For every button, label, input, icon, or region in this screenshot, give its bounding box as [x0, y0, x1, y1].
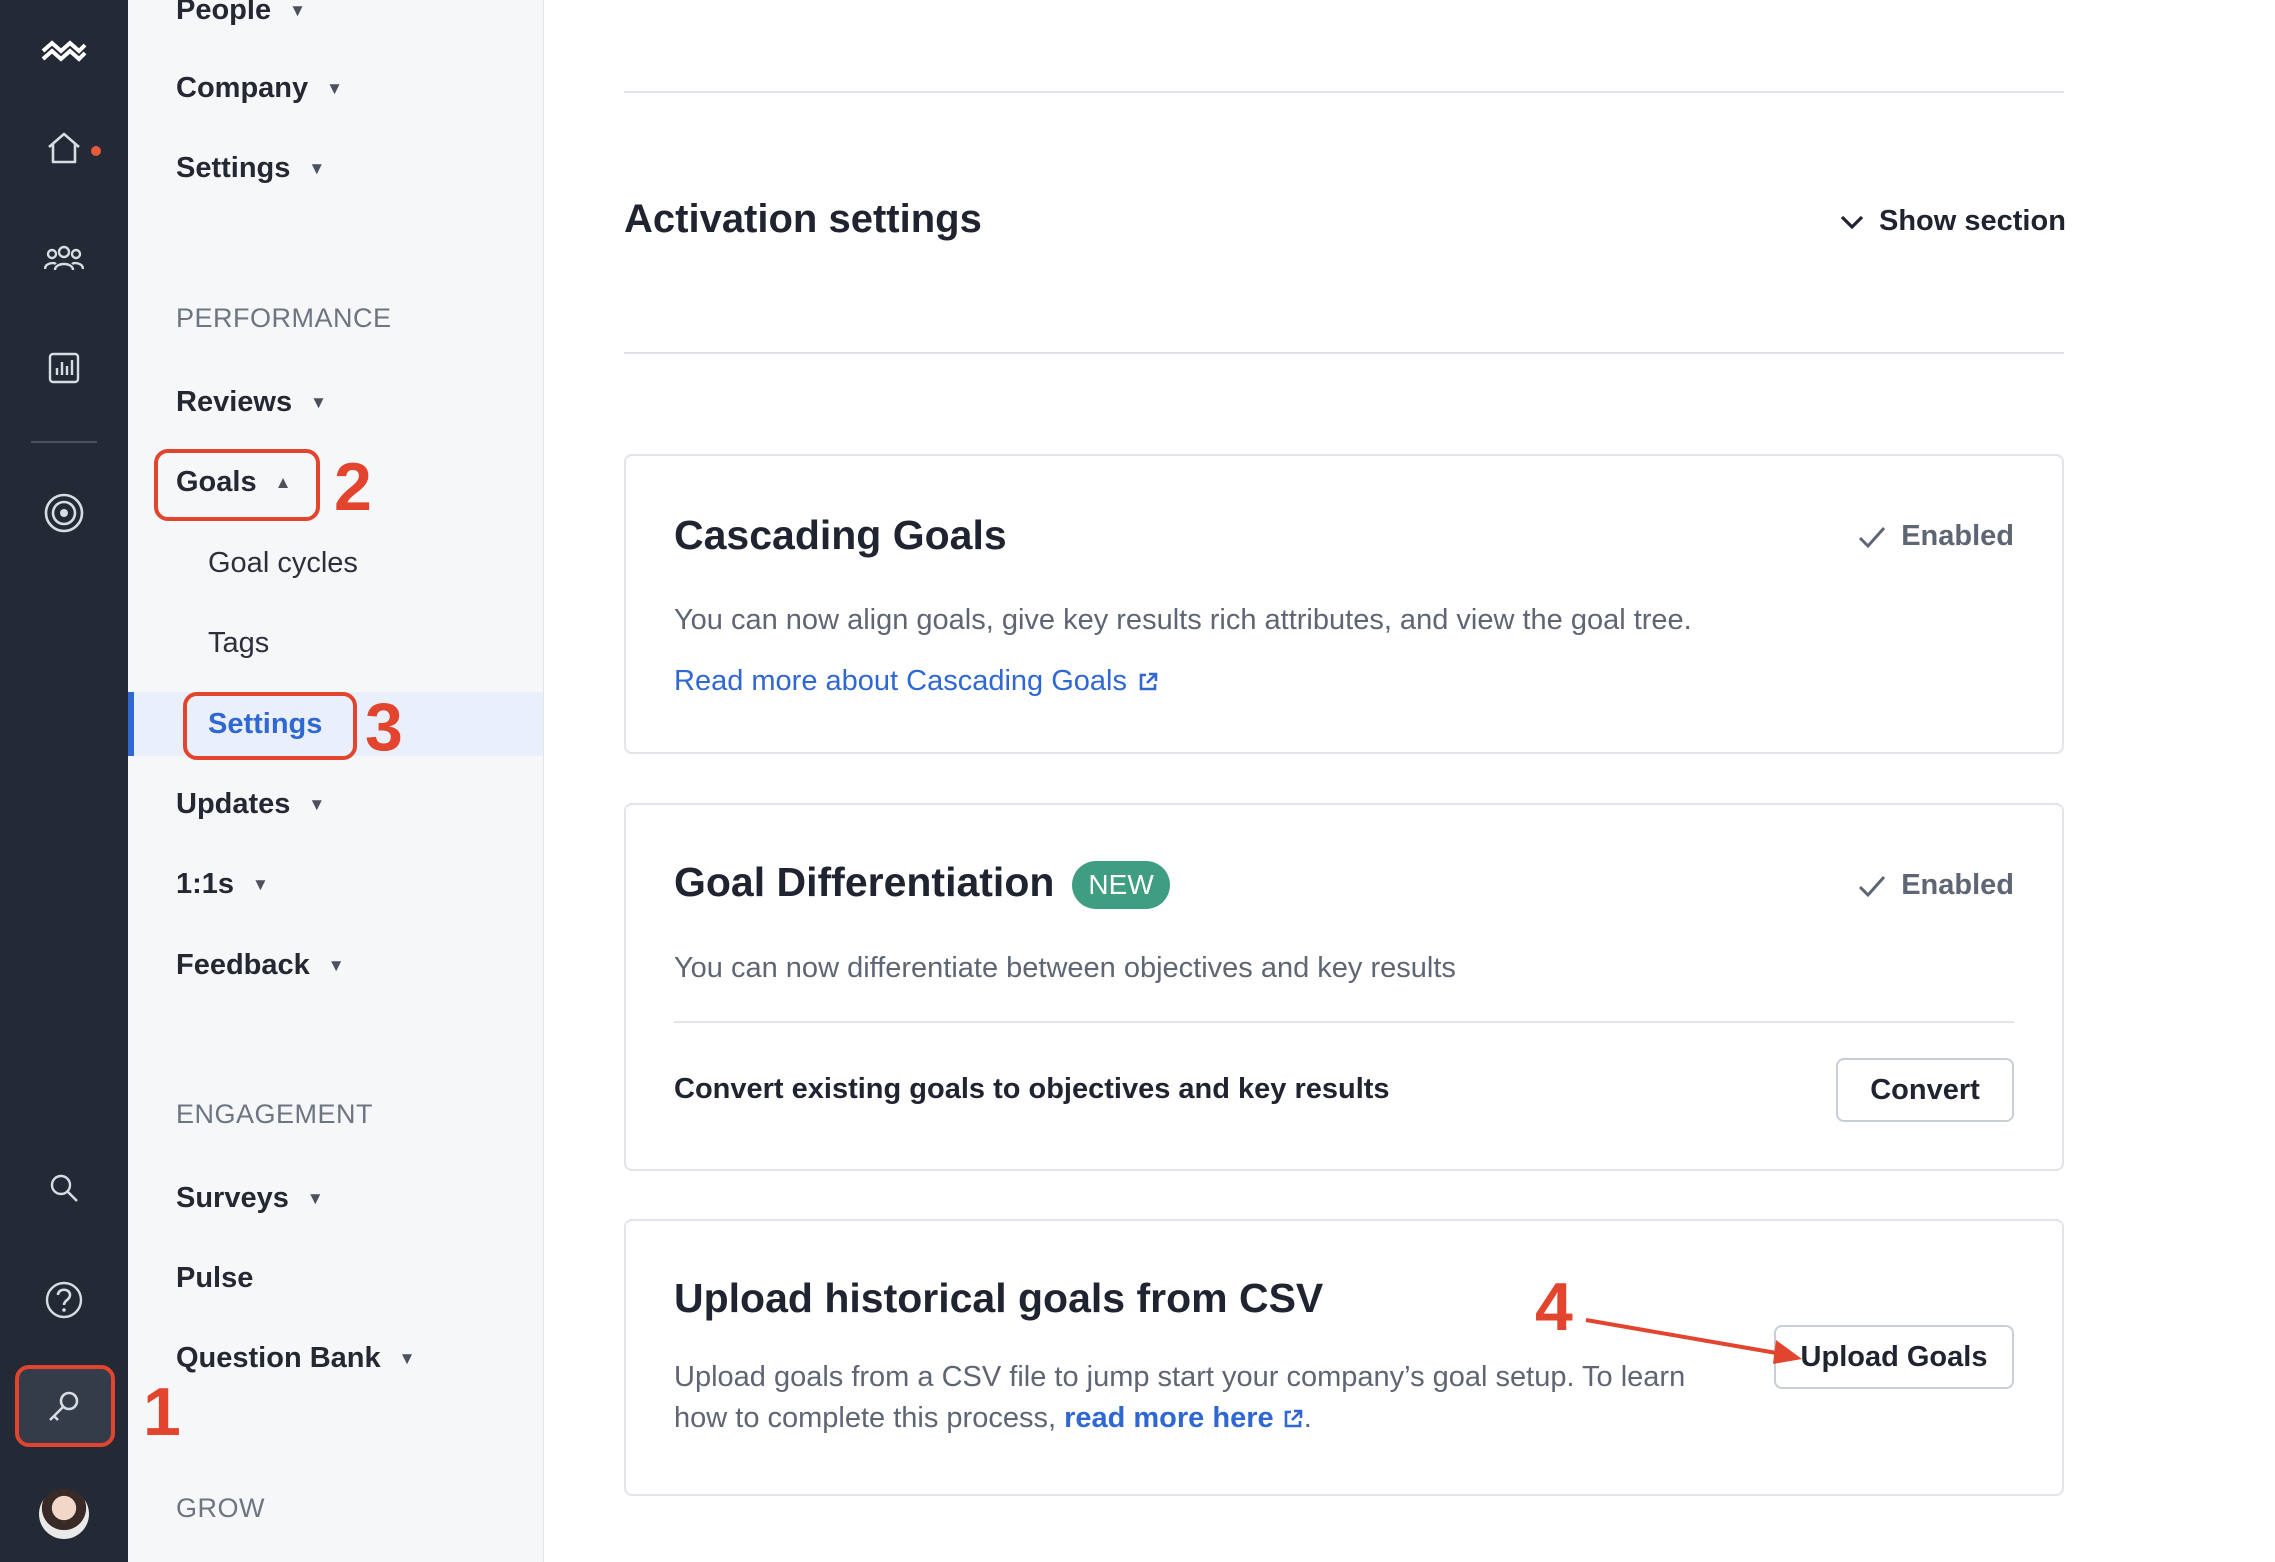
divider: [624, 91, 2064, 93]
step-4-arrow-icon: [1585, 1318, 1802, 1364]
cascading-description: You can now align goals, give key result…: [674, 604, 1692, 636]
caret-down-icon: ▼: [252, 874, 269, 894]
caret-down-icon: ▼: [310, 392, 327, 412]
upload-goals-title: Upload historical goals from CSV: [674, 1275, 1324, 1321]
caret-down-icon: ▼: [308, 794, 326, 814]
upload-description: Upload goals from a CSV file to jump sta…: [674, 1357, 1734, 1439]
chevron-down-icon: [1840, 215, 1864, 229]
people-icon[interactable]: [34, 228, 94, 288]
nav-pulse[interactable]: Pulse: [176, 1262, 253, 1295]
nav-surveys-label: Surveys: [176, 1182, 289, 1214]
nav-one-on-ones-label: 1:1s: [176, 868, 235, 900]
user-avatar[interactable]: [39, 1489, 89, 1539]
brand-logo-icon[interactable]: [34, 22, 94, 82]
cascading-goals-card: Cascading Goals Enabled You can now alig…: [624, 454, 2064, 754]
goal-differentiation-card: Goal Differentiation NEW Enabled You can …: [624, 803, 2064, 1171]
step-number-1: 1: [143, 1374, 181, 1450]
read-more-here-label: read more here: [1064, 1402, 1274, 1434]
highlight-box-step-2: [154, 449, 320, 521]
cascading-read-more-link[interactable]: Read more about Cascading Goals: [674, 665, 1159, 698]
differentiation-status: Enabled: [1857, 869, 2014, 902]
engagement-heading: ENGAGEMENT: [176, 1099, 374, 1129]
upload-goals-card: Upload historical goals from CSV Upload …: [624, 1219, 2064, 1496]
divider: [624, 352, 2064, 354]
analytics-icon[interactable]: [34, 338, 94, 398]
nav-pulse-label: Pulse: [176, 1262, 254, 1294]
differentiation-description: You can now differentiate between object…: [674, 952, 1456, 984]
nav-company-label: Company: [176, 72, 309, 104]
nav-people-label: People: [176, 0, 272, 26]
show-section-toggle[interactable]: Show section: [1839, 205, 2066, 238]
highlight-box-step-3: [183, 692, 357, 760]
step-number-2: 2: [334, 449, 372, 525]
nav-one-on-ones[interactable]: 1:1s ▼: [176, 868, 269, 901]
activation-settings-title: Activation settings: [624, 197, 982, 241]
cascading-goals-title: Cascading Goals: [674, 512, 1007, 558]
check-icon: [1859, 526, 1886, 548]
home-icon[interactable]: [34, 118, 94, 178]
nav-updates[interactable]: Updates ▼: [176, 788, 325, 821]
nav-settings-label: Settings: [176, 152, 291, 184]
external-link-icon: [1139, 672, 1158, 690]
caret-down-icon: ▼: [327, 955, 345, 975]
goal-differentiation-title-row: Goal Differentiation NEW: [674, 859, 1170, 910]
caret-down-icon: ▼: [306, 1188, 324, 1208]
nav-question-bank[interactable]: Question Bank ▼: [176, 1342, 415, 1375]
step-number-4: 4: [1535, 1269, 1573, 1345]
convert-label: Convert existing goals to objectives and…: [674, 1073, 1390, 1105]
card-divider: [674, 1021, 2014, 1023]
new-badge: NEW: [1072, 861, 1170, 910]
nav-selected-indicator: [128, 692, 134, 756]
secondary-sidebar: People ▼ Company ▼ Settings ▼ PERFORMANC…: [128, 0, 544, 1562]
search-icon[interactable]: [34, 1158, 94, 1218]
goal-differentiation-title: Goal Differentiation: [674, 859, 1055, 905]
caret-down-icon: ▼: [289, 0, 306, 20]
read-more-here-link[interactable]: read more here: [1064, 1402, 1304, 1434]
icon-rail: [0, 0, 128, 1562]
nav-question-bank-label: Question Bank: [176, 1342, 381, 1374]
nav-feedback-label: Feedback: [176, 949, 310, 981]
cascading-status-label: Enabled: [1901, 520, 2014, 552]
nav-people[interactable]: People ▼: [176, 0, 306, 27]
goals-target-icon[interactable]: [34, 483, 94, 543]
convert-button[interactable]: Convert: [1836, 1058, 2014, 1122]
check-icon: [1859, 875, 1886, 897]
nav-surveys[interactable]: Surveys ▼: [176, 1182, 324, 1215]
rail-divider: [31, 441, 97, 443]
nav-tags[interactable]: Tags: [208, 627, 269, 660]
caret-down-icon: ▼: [308, 158, 326, 178]
grow-heading: GROW: [176, 1493, 265, 1523]
nav-reviews-label: Reviews: [176, 386, 293, 418]
show-section-label: Show section: [1879, 205, 2066, 237]
cascading-link-label: Read more about Cascading Goals: [674, 665, 1127, 697]
notification-dot: [91, 146, 101, 156]
differentiation-status-label: Enabled: [1901, 869, 2014, 901]
caret-down-icon: ▼: [398, 1348, 416, 1368]
cascading-status: Enabled: [1857, 520, 2014, 553]
nav-updates-label: Updates: [176, 788, 291, 820]
help-icon[interactable]: [34, 1270, 94, 1330]
highlight-box-step-1: [15, 1365, 115, 1447]
main-content: Activation settings Show section Cascadi…: [544, 0, 2275, 1562]
performance-heading: PERFORMANCE: [176, 303, 392, 333]
nav-company[interactable]: Company ▼: [176, 72, 343, 105]
nav-reviews[interactable]: Reviews ▼: [176, 386, 327, 419]
nav-settings[interactable]: Settings ▼: [176, 152, 325, 185]
nav-feedback[interactable]: Feedback ▼: [176, 949, 345, 982]
caret-down-icon: ▼: [326, 78, 343, 98]
upload-description-period: .: [1303, 1402, 1312, 1434]
step-number-3: 3: [365, 689, 403, 765]
nav-goal-cycles[interactable]: Goal cycles: [208, 547, 358, 580]
external-link-icon: [1284, 1409, 1302, 1428]
